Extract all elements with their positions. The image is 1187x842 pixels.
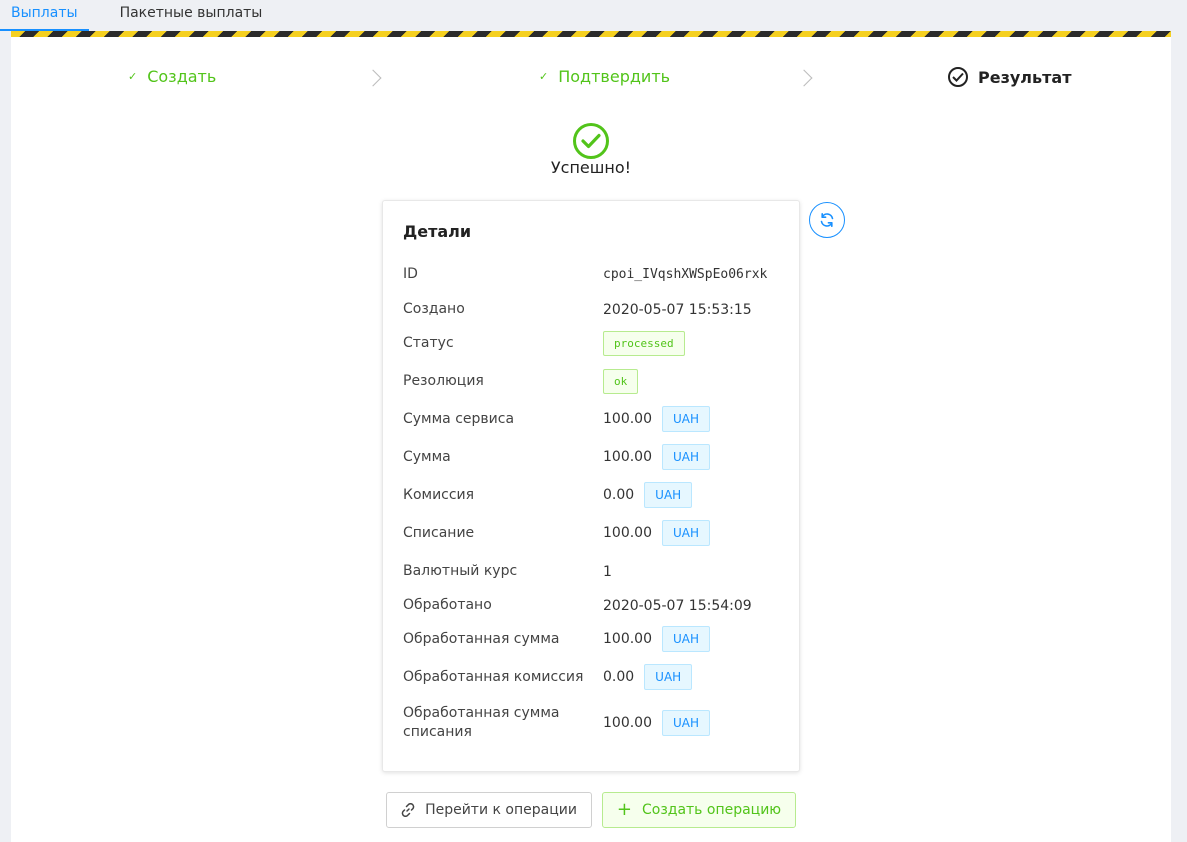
check-circle-icon xyxy=(948,67,968,87)
detail-row-rate: Валютный курс 1 xyxy=(403,562,783,581)
detail-label: Статус xyxy=(403,335,454,351)
step-confirm-label: Подтвердить xyxy=(558,67,671,86)
detail-value: 2020-05-07 15:54:09 xyxy=(603,597,752,614)
chevron-right-icon xyxy=(364,69,382,87)
tab-batch-payouts[interactable]: Пакетные выплаты xyxy=(109,0,274,32)
detail-label: Обработанная сумма списания xyxy=(403,705,560,740)
currency-badge: UAH xyxy=(644,664,693,690)
sync-icon xyxy=(820,213,834,227)
currency-badge: UAH xyxy=(662,520,711,546)
warning-stripe xyxy=(11,31,1171,37)
detail-value: 0.00 xyxy=(603,669,635,685)
detail-label: Обработанная сумма xyxy=(403,630,560,647)
currency-badge: UAH xyxy=(662,710,711,736)
detail-value: 0.00 xyxy=(603,487,635,503)
detail-label: Списание xyxy=(403,524,475,541)
detail-label: Обработанная комиссия xyxy=(403,668,584,685)
detail-label: Создано xyxy=(403,301,465,317)
currency-badge: UAH xyxy=(644,482,693,508)
step-result-label: Результат xyxy=(978,67,1072,87)
link-icon xyxy=(401,803,415,817)
detail-row-processed-commission: Обработанная комиссия 0.00 UAH xyxy=(403,664,783,690)
currency-badge: UAH xyxy=(662,626,711,652)
detail-row-processed: Обработано 2020-05-07 15:54:09 xyxy=(403,596,783,615)
detail-row-commission: Комиссия 0.00 UAH xyxy=(403,482,783,508)
detail-row-created: Создано 2020-05-07 15:53:15 xyxy=(403,300,783,319)
detail-label: Комиссия xyxy=(403,486,475,503)
chevron-right-icon xyxy=(795,69,813,87)
step-create-label: Создать xyxy=(147,67,217,86)
detail-value: 100.00 xyxy=(603,631,652,647)
detail-label: Сумма xyxy=(403,448,451,465)
detail-row-status: Статус processed xyxy=(403,331,783,356)
tabs-bar: Выплаты Пакетные выплаты xyxy=(0,0,1187,32)
detail-value: 1 xyxy=(603,563,612,580)
currency-badge: UAH xyxy=(662,406,711,432)
success-check-icon xyxy=(573,123,609,159)
detail-value: 100.00 xyxy=(603,411,652,427)
detail-label: Валютный курс xyxy=(403,563,518,579)
detail-value: 100.00 xyxy=(603,525,652,541)
goto-operation-button[interactable]: Перейти к операции xyxy=(386,792,592,828)
tab-payouts[interactable]: Выплаты xyxy=(0,0,89,31)
detail-row-processed-writeoff: Обработанная сумма списания 100.00 UAH xyxy=(403,704,783,742)
steps: ✓ Создать ✓ Подтвердить Результат xyxy=(11,67,1171,95)
create-operation-label: Создать операцию xyxy=(641,802,782,818)
detail-label: Сумма сервиса xyxy=(403,410,515,427)
currency-badge: UAH xyxy=(662,444,711,470)
detail-label: Резолюция xyxy=(403,373,484,389)
detail-row-id: ID cpoi_IVqshXWSpEo06rxk xyxy=(403,265,783,284)
resolution-badge: ok xyxy=(603,369,639,394)
check-icon: ✓ xyxy=(539,70,549,83)
detail-value: 2020-05-07 15:53:15 xyxy=(603,301,752,318)
detail-row-amount: Сумма 100.00 UAH xyxy=(403,444,783,470)
step-create: ✓ Создать xyxy=(128,67,216,86)
detail-row-service-amount: Сумма сервиса 100.00 UAH xyxy=(403,406,783,432)
detail-row-resolution: Резолюция ok xyxy=(403,369,783,394)
refresh-button[interactable] xyxy=(809,202,845,238)
content-card: ✓ Создать ✓ Подтвердить Результат Успешн… xyxy=(11,31,1171,842)
goto-operation-label: Перейти к операции xyxy=(425,802,577,818)
detail-label: Обработано xyxy=(403,597,492,613)
detail-label: ID xyxy=(403,266,418,282)
plus-icon: + xyxy=(616,799,632,820)
create-operation-button[interactable]: + Создать операцию xyxy=(602,792,796,828)
result-title: Успешно! xyxy=(550,158,632,177)
detail-value: 100.00 xyxy=(603,715,652,731)
check-icon: ✓ xyxy=(128,70,138,83)
status-badge: processed xyxy=(603,331,685,356)
step-confirm: ✓ Подтвердить xyxy=(539,67,670,86)
detail-row-writeoff: Списание 100.00 UAH xyxy=(403,520,783,546)
details-panel: Детали ID cpoi_IVqshXWSpEo06rxk Создано … xyxy=(382,200,800,772)
detail-row-processed-amount: Обработанная сумма 100.00 UAH xyxy=(403,626,783,652)
detail-value: 100.00 xyxy=(603,449,652,465)
details-title: Детали xyxy=(403,222,472,241)
step-result: Результат xyxy=(948,67,1071,87)
detail-value: cpoi_IVqshXWSpEo06rxk xyxy=(603,267,768,282)
